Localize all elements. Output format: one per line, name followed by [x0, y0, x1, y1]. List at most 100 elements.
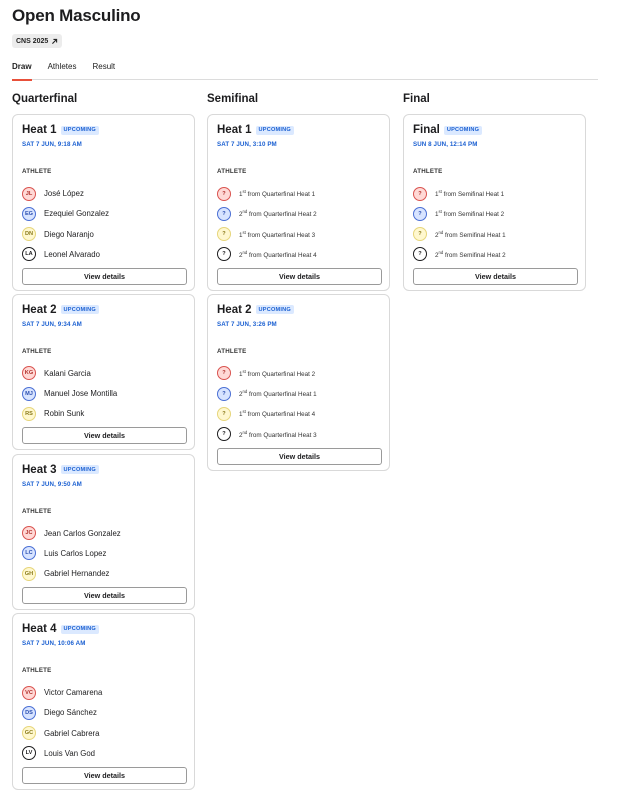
heat-title: Heat 1: [217, 124, 252, 136]
avatar: DN: [22, 227, 36, 242]
tab-result[interactable]: Result: [92, 62, 115, 80]
avatar: GC: [22, 726, 36, 741]
avatar: ?: [413, 227, 427, 242]
athlete-row: KG Kalani Garcia: [22, 366, 91, 381]
source-heat: from Semifinal Heat 1: [443, 191, 505, 198]
athlete-row: RS Robin Sunk: [22, 406, 84, 421]
athlete-column-label: ATHLETE: [217, 347, 247, 355]
athlete-column-label: ATHLETE: [22, 667, 52, 675]
athlete-name: Kalani Garcia: [44, 368, 91, 378]
athlete-row: ? 2nd from Quarterfinal Heat 1: [217, 386, 317, 401]
athlete-row: ? 2nd from Semifinal Heat 1: [413, 227, 506, 242]
athlete-name: Gabriel Hernandez: [44, 569, 110, 579]
status-badge: UPCOMING: [60, 125, 99, 135]
advancement-source: 1st from Quarterfinal Heat 3: [239, 230, 315, 239]
athlete-column-label: ATHLETE: [22, 168, 52, 175]
heat-title: Heat 4: [22, 623, 57, 636]
heat-title: Final: [413, 124, 440, 136]
avatar: ?: [217, 366, 231, 381]
tab-bar: Draw Athletes Result: [12, 62, 598, 81]
advancement-source: 2nd from Quarterfinal Heat 3: [239, 430, 317, 439]
source-heat: from Quarterfinal Heat 3: [249, 431, 317, 439]
source-heat: from Quarterfinal Heat 2: [247, 370, 316, 378]
heat-header: Heat 4 UPCOMING: [22, 623, 99, 635]
heat-time: SAT 7 JUN, 9:34 AM: [22, 320, 82, 328]
advancement-source: 1st from Quarterfinal Heat 1: [239, 189, 315, 198]
heat-header: Heat 3 UPCOMING: [22, 464, 99, 476]
heat-time: SAT 7 JUN, 3:26 PM: [217, 320, 277, 328]
heat-header: Heat 2 UPCOMING: [217, 304, 294, 316]
advancement-source: 2nd from Quarterfinal Heat 2: [239, 209, 317, 218]
avatar: LC: [22, 546, 36, 561]
source-heat: from Quarterfinal Heat 3: [247, 231, 316, 239]
athlete-row: ? 1st from Semifinal Heat 1: [413, 186, 504, 201]
athlete-row: ? 1st from Quarterfinal Heat 1: [217, 186, 315, 201]
external-link-icon: [52, 38, 58, 44]
status-badge: UPCOMING: [443, 125, 483, 135]
source-heat: from Semifinal Heat 1: [445, 231, 506, 239]
tab-athletes[interactable]: Athletes: [48, 62, 77, 80]
place-suffix: nd: [242, 249, 248, 255]
athlete-name: Gabriel Cabrera: [44, 728, 100, 738]
heat-time: SUN 8 JUN, 12:14 PM: [413, 141, 478, 148]
event-tag-label: CNS 2025: [16, 37, 49, 45]
advancement-source: 1st from Quarterfinal Heat 2: [239, 369, 315, 378]
avatar: ?: [217, 227, 231, 242]
athlete-name: Luis Carlos Lopez: [44, 548, 107, 558]
source-heat: from Quarterfinal Heat 1: [247, 191, 316, 198]
view-details-button[interactable]: View details: [217, 447, 382, 465]
avatar: ?: [217, 386, 231, 401]
place-suffix: st: [242, 409, 246, 415]
athlete-column-label: ATHLETE: [22, 347, 52, 355]
athlete-row: DN Diego Naranjo: [22, 227, 94, 242]
avatar: EG: [22, 206, 36, 221]
status-badge: UPCOMING: [255, 305, 294, 315]
avatar: ?: [217, 406, 231, 421]
place-suffix: st: [242, 229, 246, 235]
place-suffix: nd: [242, 429, 248, 435]
source-heat: from Semifinal Heat 2: [443, 211, 505, 219]
view-details-button[interactable]: View details: [217, 267, 382, 285]
avatar: ?: [413, 186, 427, 201]
tab-draw[interactable]: Draw: [12, 62, 32, 81]
advancement-source: 1st from Semifinal Heat 1: [435, 189, 504, 198]
event-link[interactable]: CNS 2025: [12, 34, 63, 48]
heat-card: Final UPCOMING SUN 8 JUN, 12:14 PM ATHLETE?…: [403, 114, 586, 291]
heat-header: Final UPCOMING: [413, 124, 483, 136]
heat-title: Heat 1: [22, 124, 57, 136]
avatar: ?: [413, 247, 427, 262]
view-details-button[interactable]: View details: [22, 766, 187, 784]
view-details-button[interactable]: View details: [413, 267, 578, 285]
athlete-row: ? 1st from Quarterfinal Heat 2: [217, 366, 315, 381]
heat-header: Heat 1 UPCOMING: [22, 124, 99, 136]
athlete-row: MJ Manuel Jose Montilla: [22, 386, 117, 401]
heat-header: Heat 2 UPCOMING: [22, 304, 99, 316]
athlete-name: Diego Sánchez: [44, 708, 97, 718]
heat-time: SAT 7 JUN, 9:18 AM: [22, 141, 82, 148]
view-details-button[interactable]: View details: [22, 587, 187, 605]
status-badge: UPCOMING: [60, 624, 99, 634]
athlete-row: LC Luis Carlos Lopez: [22, 546, 106, 561]
round-title-semifinal: Semifinal: [207, 93, 259, 105]
view-details-button[interactable]: View details: [22, 427, 187, 445]
view-details-button[interactable]: View details: [22, 267, 187, 285]
avatar: ?: [217, 206, 231, 221]
athlete-column-label: ATHLETE: [217, 168, 247, 175]
source-heat: from Quarterfinal Heat 4: [249, 251, 317, 259]
athlete-row: ? 2nd from Quarterfinal Heat 4: [217, 247, 317, 262]
avatar: MJ: [22, 386, 36, 401]
athlete-column-label: ATHLETE: [413, 168, 443, 175]
advancement-source: 2nd from Semifinal Heat 2: [435, 250, 506, 259]
place-suffix: st: [242, 368, 246, 374]
source-heat: from Semifinal Heat 2: [445, 251, 506, 259]
advancement-source: 2nd from Semifinal Heat 1: [435, 230, 506, 239]
heat-card: Heat 1 UPCOMING SAT 7 JUN, 9:18 AM ATHLETE J…: [12, 114, 195, 291]
avatar: RS: [22, 406, 36, 421]
heat-time: SAT 7 JUN, 10:06 AM: [22, 640, 86, 648]
athlete-row: GC Gabriel Cabrera: [22, 726, 99, 741]
source-heat: from Quarterfinal Heat 1: [249, 391, 317, 399]
place-suffix: st: [438, 209, 442, 215]
avatar: ?: [217, 247, 231, 262]
athlete-row: JC Jean Carlos Gonzalez: [22, 526, 121, 541]
avatar: ?: [413, 206, 427, 221]
